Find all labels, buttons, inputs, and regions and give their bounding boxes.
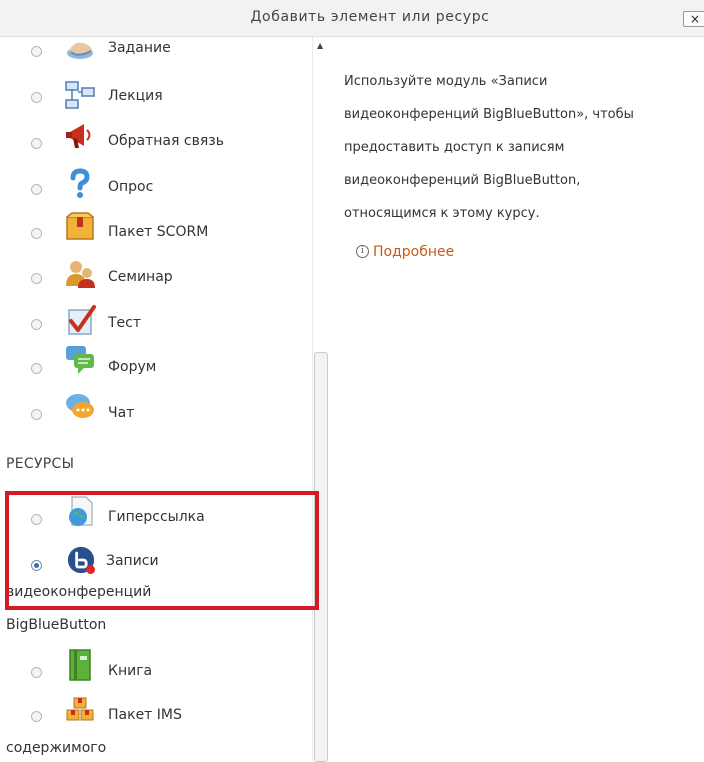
quiz-checkmark-icon: [68, 305, 96, 335]
radio-chat[interactable]: [31, 409, 42, 420]
option-label: Форум: [108, 359, 157, 375]
option-bigbluebutton-recordings[interactable]: Записи видеоконференций BigBlueButton: [0, 542, 312, 642]
more-help-link[interactable]: Подробнее: [373, 244, 454, 260]
info-circle-icon[interactable]: i: [356, 245, 369, 258]
module-chooser-list: Задание Лекция Обратная связь Опрос Паке…: [0, 37, 312, 762]
description-line: относящимся к этому курсу.: [344, 206, 540, 221]
radio-bigbluebutton-recordings[interactable]: [31, 560, 42, 571]
forum-bubbles-icon: [66, 346, 94, 374]
option-choice[interactable]: Опрос: [0, 168, 312, 208]
option-label: Обратная связь: [108, 133, 224, 149]
option-label: Лекция: [108, 88, 163, 104]
radio-assignment[interactable]: [31, 46, 42, 57]
option-label: Тест: [108, 315, 142, 331]
description-line: предоставить доступ к записям: [344, 140, 565, 155]
assignment-hand-icon: [67, 42, 93, 59]
radio-quiz[interactable]: [31, 319, 42, 330]
option-label-line1: Пакет IMS: [108, 707, 182, 723]
description-line: видеоконференций BigBlueButton,: [344, 173, 581, 188]
close-button[interactable]: ×: [683, 11, 704, 27]
dialog-header: Добавить элемент или ресурс ×: [0, 0, 704, 37]
radio-choice[interactable]: [31, 184, 42, 195]
radio-scorm[interactable]: [31, 228, 42, 239]
option-label-line2: содержимого: [6, 740, 107, 756]
option-ims-package[interactable]: Пакет IMS содержимого: [0, 696, 312, 762]
chat-bubble-icon: [66, 394, 94, 418]
option-assignment[interactable]: Задание: [0, 37, 312, 71]
description-line: видеоконференций BigBlueButton», чтобы: [344, 107, 634, 122]
option-feedback[interactable]: Обратная связь: [0, 123, 312, 163]
radio-ims-package[interactable]: [31, 711, 42, 722]
radio-forum[interactable]: [31, 363, 42, 374]
scroll-up-arrow-icon[interactable]: ▲: [317, 41, 323, 50]
option-book[interactable]: Книга: [0, 649, 312, 692]
option-label-line1: Записи: [106, 553, 159, 569]
option-workshop[interactable]: Семинар: [0, 258, 312, 298]
option-label: Пакет SCORM: [108, 224, 209, 240]
option-label: Чат: [108, 405, 135, 421]
feedback-megaphone-icon: [66, 124, 91, 148]
option-label: Семинар: [108, 269, 173, 285]
option-label: Гиперссылка: [108, 509, 205, 525]
bigbluebutton-recordings-icon: [67, 546, 95, 574]
radio-url[interactable]: [31, 514, 42, 525]
description-line: Используйте модуль «Записи: [344, 74, 548, 89]
option-label-line3: BigBlueButton: [6, 617, 107, 633]
option-url[interactable]: Гиперссылка: [0, 496, 312, 539]
resources-heading: РЕСУРСЫ: [6, 456, 75, 472]
option-chat[interactable]: Чат: [0, 394, 312, 434]
list-scrollbar[interactable]: ▲: [312, 37, 330, 762]
option-label: Опрос: [108, 179, 154, 195]
lesson-tree-icon: [65, 81, 95, 109]
option-quiz[interactable]: Тест: [0, 303, 312, 343]
radio-workshop[interactable]: [31, 273, 42, 284]
radio-lesson[interactable]: [31, 92, 42, 103]
scroll-thumb[interactable]: [314, 352, 328, 762]
radio-book[interactable]: [31, 667, 42, 678]
radio-feedback[interactable]: [31, 138, 42, 149]
option-label: Книга: [108, 663, 153, 679]
dialog-title: Добавить элемент или ресурс: [250, 9, 490, 25]
workshop-people-icon: [66, 261, 95, 288]
option-label-line2: видеоконференций: [6, 584, 152, 600]
scorm-package-icon: [66, 212, 94, 240]
url-globe-icon: [69, 496, 93, 526]
option-lesson[interactable]: Лекция: [0, 77, 312, 117]
book-icon: [69, 649, 91, 681]
module-chooser-list-panel[interactable]: Задание Лекция Обратная связь Опрос Паке…: [0, 37, 330, 762]
option-scorm[interactable]: Пакет SCORM: [0, 212, 312, 252]
ims-package-icon: [66, 697, 94, 721]
option-label: Задание: [108, 40, 171, 56]
module-description: Используйте модуль «Записи видеоконферен…: [344, 65, 694, 230]
question-mark-icon: [70, 168, 90, 198]
option-forum[interactable]: Форум: [0, 346, 312, 388]
